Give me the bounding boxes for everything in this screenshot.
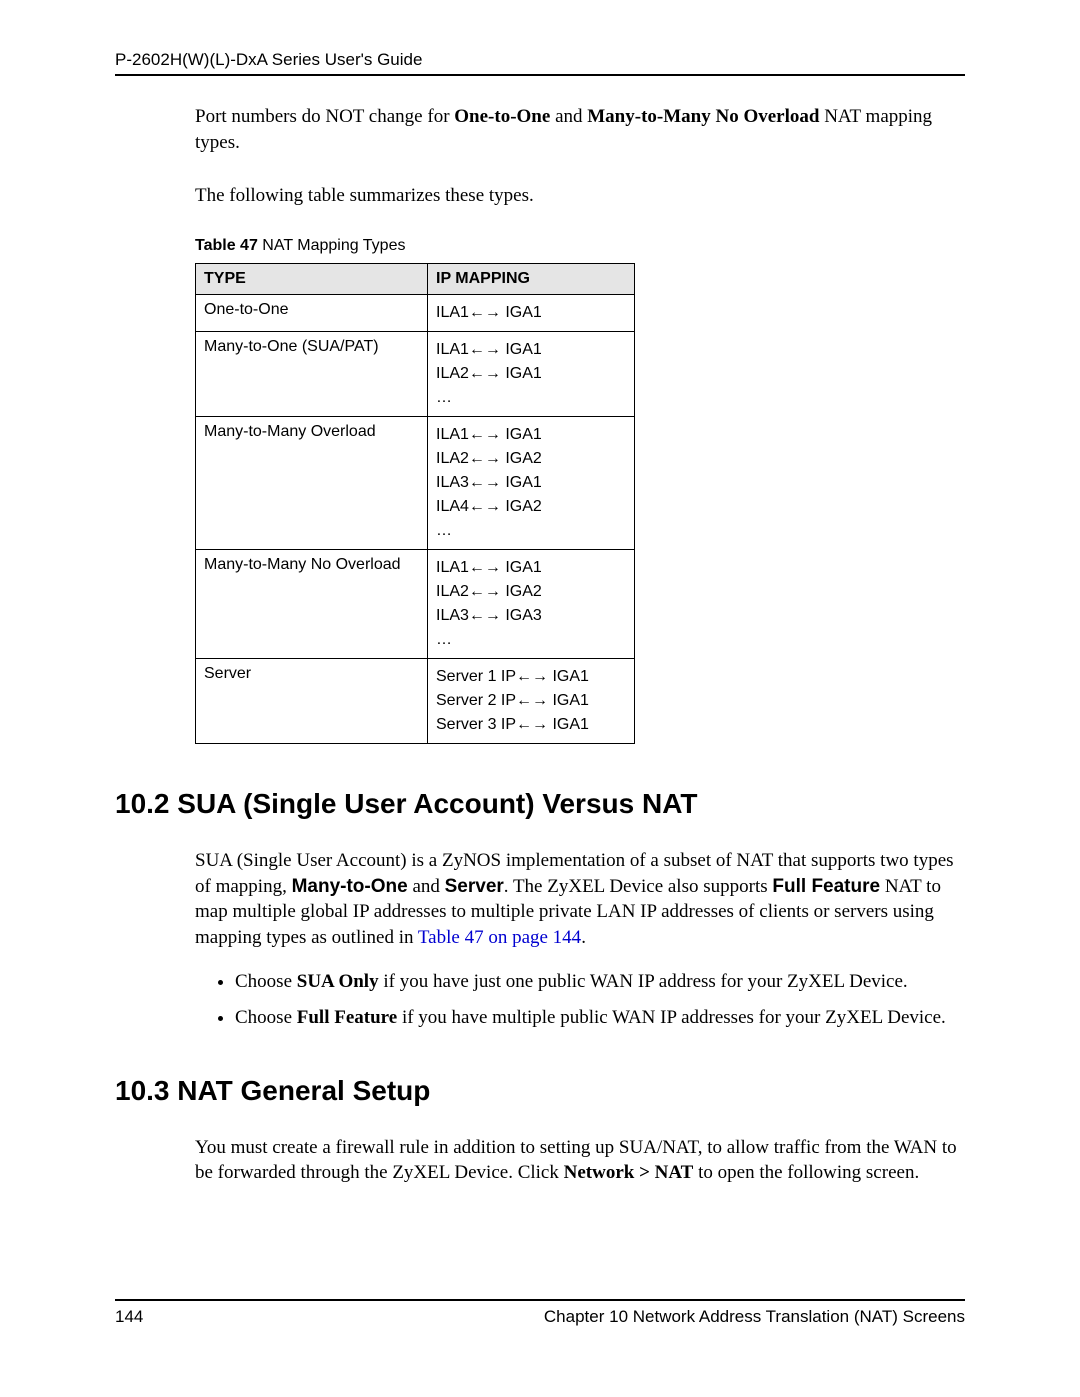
cell-type: One-to-One [196, 294, 428, 331]
text: and [550, 106, 587, 127]
cell-type: Many-to-One (SUA/PAT) [196, 331, 428, 416]
col-mapping: IP MAPPING [428, 263, 635, 294]
chapter-label: Chapter 10 Network Address Translation (… [544, 1307, 965, 1327]
mapping-line: ILA2←→ IGA1 [436, 362, 626, 386]
cell-mapping: ILA1←→ IGA1ILA2←→ IGA2ILA3←→ IGA3… [428, 549, 635, 658]
mapping-line: … [436, 628, 626, 652]
mapping-line: ILA3←→ IGA1 [436, 471, 626, 495]
mapping-line: ILA2←→ IGA2 [436, 580, 626, 604]
mapping-line: ILA1←→ IGA1 [436, 301, 626, 325]
list-item: Choose Full Feature if you have multiple… [235, 1005, 965, 1031]
nat-setup-para: You must create a firewall rule in addit… [195, 1135, 965, 1186]
cell-type: Server [196, 658, 428, 743]
page-header: P-2602H(W)(L)-DxA Series User's Guide [115, 50, 965, 76]
table-row: ServerServer 1 IP←→ IGA1Server 2 IP←→ IG… [196, 658, 635, 743]
text-bold: Many-to-One [292, 876, 408, 897]
list-item: Choose SUA Only if you have just one pub… [235, 969, 965, 995]
text: . The ZyXEL Device also supports [504, 876, 773, 897]
table-number: Table 47 [195, 237, 258, 254]
mapping-line: ILA1←→ IGA1 [436, 338, 626, 362]
page-number: 144 [115, 1307, 143, 1327]
text: to open the following screen. [693, 1162, 919, 1183]
cell-mapping: ILA1←→ IGA1ILA2←→ IGA2ILA3←→ IGA1ILA4←→ … [428, 416, 635, 549]
mapping-line: Server 2 IP←→ IGA1 [436, 689, 626, 713]
mapping-line: Server 1 IP←→ IGA1 [436, 665, 626, 689]
mapping-line: … [436, 386, 626, 410]
text-bold: Full Feature [772, 876, 880, 897]
table-title: NAT Mapping Types [258, 237, 406, 254]
mapping-line: … [436, 519, 626, 543]
mapping-line: ILA1←→ IGA1 [436, 556, 626, 580]
cell-mapping: ILA1←→ IGA1 [428, 294, 635, 331]
col-type: TYPE [196, 263, 428, 294]
cell-mapping: ILA1←→ IGA1ILA2←→ IGA1… [428, 331, 635, 416]
text-bold: One-to-One [454, 106, 550, 127]
mapping-line: ILA1←→ IGA1 [436, 423, 626, 447]
text-bold: Many-to-Many No Overload [587, 106, 819, 127]
heading-10-3: 10.3 NAT General Setup [115, 1075, 965, 1107]
text-bold: Network > NAT [564, 1162, 694, 1183]
text-bold: Full Feature [297, 1007, 397, 1028]
mapping-line: Server 3 IP←→ IGA1 [436, 713, 626, 737]
intro-para-1: Port numbers do NOT change for One-to-On… [195, 104, 965, 155]
cell-type: Many-to-Many Overload [196, 416, 428, 549]
intro-para-2: The following table summarizes these typ… [195, 183, 965, 209]
text: Choose [235, 1007, 297, 1028]
cell-type: Many-to-Many No Overload [196, 549, 428, 658]
table-row: Many-to-Many OverloadILA1←→ IGA1ILA2←→ I… [196, 416, 635, 549]
cross-ref-link[interactable]: Table 47 on page 144 [418, 927, 581, 948]
mapping-line: ILA3←→ IGA3 [436, 604, 626, 628]
heading-10-2: 10.2 SUA (Single User Account) Versus NA… [115, 788, 965, 820]
mapping-line: ILA2←→ IGA2 [436, 447, 626, 471]
text: Port numbers do NOT change for [195, 106, 454, 127]
table-row: One-to-One ILA1←→ IGA1 [196, 294, 635, 331]
text: and [408, 876, 445, 897]
table-row: Many-to-One (SUA/PAT)ILA1←→ IGA1ILA2←→ I… [196, 331, 635, 416]
table-caption: Table 47 NAT Mapping Types [195, 237, 965, 255]
table-row: Many-to-Many No OverloadILA1←→ IGA1ILA2←… [196, 549, 635, 658]
text-bold: SUA Only [297, 971, 379, 992]
text: if you have multiple public WAN IP addre… [397, 1007, 946, 1028]
sua-vs-nat-para: SUA (Single User Account) is a ZyNOS imp… [195, 848, 965, 951]
sua-bullets: Choose SUA Only if you have just one pub… [195, 969, 965, 1030]
mapping-line: ILA4←→ IGA2 [436, 495, 626, 519]
text-bold: Server [445, 876, 504, 897]
text: Choose [235, 971, 297, 992]
nat-mapping-table: TYPE IP MAPPING One-to-One ILA1←→ IGA1 Man… [195, 263, 635, 744]
text: . [581, 927, 586, 948]
page-footer: 144 Chapter 10 Network Address Translati… [115, 1299, 965, 1327]
cell-mapping: Server 1 IP←→ IGA1Server 2 IP←→ IGA1Serv… [428, 658, 635, 743]
text: if you have just one public WAN IP addre… [379, 971, 908, 992]
